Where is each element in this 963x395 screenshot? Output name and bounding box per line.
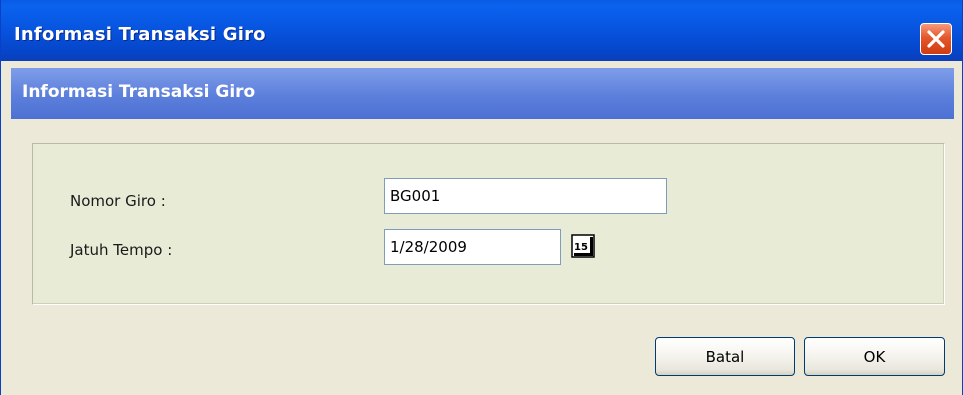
cancel-button[interactable]: Batal (655, 337, 795, 376)
calendar-icon: 15 (571, 234, 595, 258)
form-panel (32, 143, 945, 305)
title-bar[interactable]: Informasi Transaksi Giro (1, 0, 962, 61)
jatuh-tempo-label: Jatuh Tempo : (70, 241, 173, 259)
calendar-button[interactable]: 15 (571, 234, 595, 258)
close-icon (927, 30, 945, 48)
ok-button[interactable]: OK (804, 337, 945, 376)
jatuh-tempo-input[interactable]: 1/28/2009 (384, 229, 561, 265)
section-header-title: Informasi Transaksi Giro (22, 82, 256, 102)
close-button[interactable] (920, 23, 952, 55)
window-title: Informasi Transaksi Giro (14, 24, 266, 45)
dialog-window: Informasi Transaksi Giro Informasi Trans… (0, 0, 963, 395)
section-header: Informasi Transaksi Giro (11, 68, 954, 119)
nomor-giro-input[interactable]: BG001 (384, 178, 667, 214)
calendar-icon-text: 15 (574, 242, 588, 253)
nomor-giro-label: Nomor Giro : (70, 192, 166, 210)
